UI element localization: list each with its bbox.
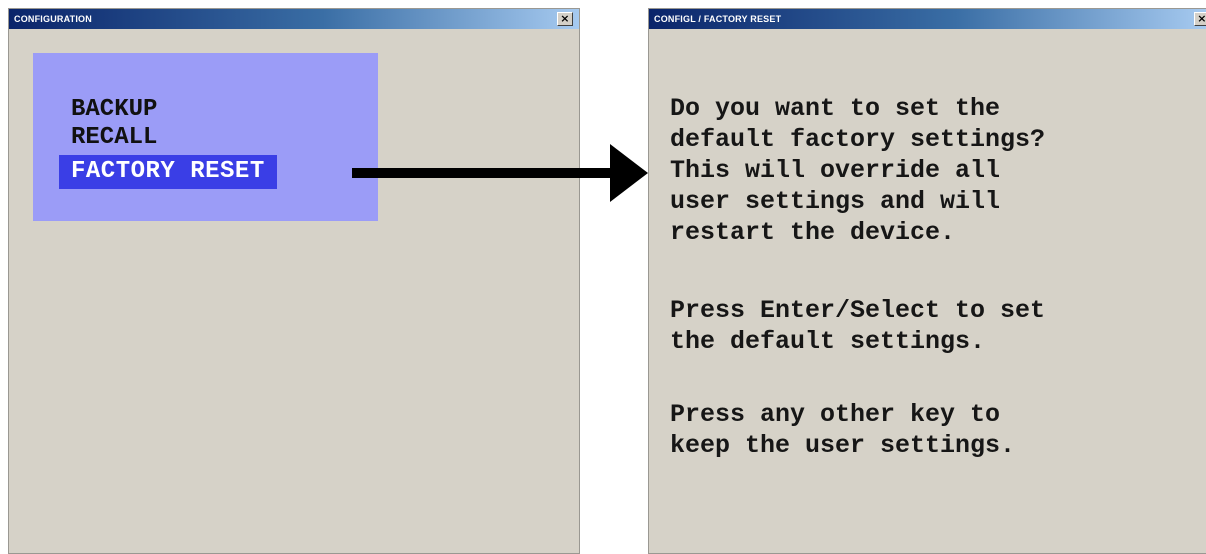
confirmation-message: Do you want to set the default factory s…: [670, 94, 1046, 247]
window-title: CONFIGURATION: [14, 14, 92, 24]
factory-reset-window: CONFIGL / FACTORY RESET × Do you want to…: [648, 8, 1206, 554]
menu-panel: BACKUP RECALL FACTORY RESET: [33, 53, 378, 221]
right-arrow-icon: [352, 144, 648, 202]
configuration-window: CONFIGURATION × BACKUP RECALL FACTORY RE…: [8, 8, 580, 554]
configuration-titlebar: CONFIGURATION ×: [9, 9, 579, 29]
cancel-instruction: Press any other key to keep the user set…: [670, 400, 1016, 460]
menu-item-factory-reset[interactable]: FACTORY RESET: [59, 155, 277, 189]
close-button[interactable]: ×: [1194, 12, 1206, 26]
confirm-instruction: Press Enter/Select to set the default se…: [670, 296, 1046, 356]
window-title: CONFIGL / FACTORY RESET: [654, 14, 782, 24]
close-button[interactable]: ×: [557, 12, 573, 26]
menu-item-backup[interactable]: BACKUP: [71, 95, 157, 125]
menu-item-recall[interactable]: RECALL: [71, 123, 157, 153]
factory-reset-titlebar: CONFIGL / FACTORY RESET ×: [649, 9, 1206, 29]
